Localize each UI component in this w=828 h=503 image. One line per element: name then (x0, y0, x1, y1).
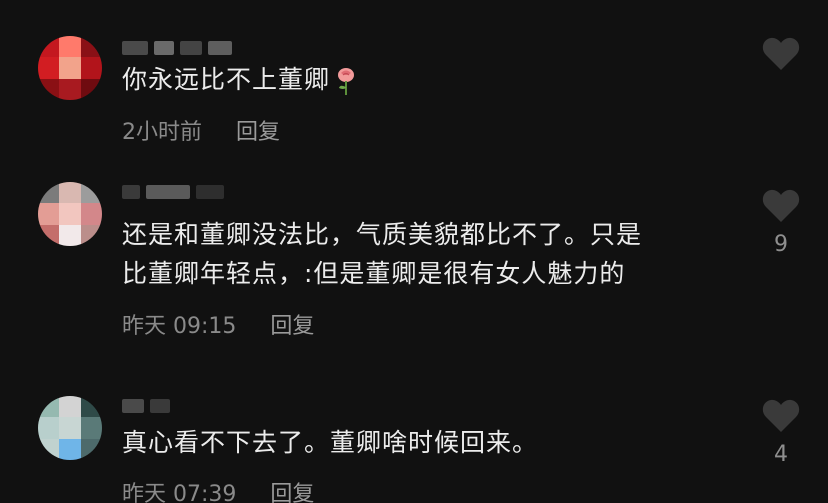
avatar-mosaic-tile (38, 203, 60, 225)
heart-icon (762, 189, 800, 222)
comment-text: 还是和董卿没法比，气质美貌都比不了。只是 (122, 220, 643, 249)
avatar-mosaic-tile (80, 78, 102, 100)
avatar[interactable] (38, 36, 102, 100)
avatar[interactable] (38, 182, 102, 246)
avatar-mosaic-tile (59, 417, 81, 439)
username-redacted[interactable] (122, 182, 224, 202)
redaction-block (146, 185, 190, 199)
redaction-block (122, 399, 144, 413)
redaction-block (122, 41, 148, 55)
avatar-mosaic-tile (80, 417, 102, 439)
avatar-mosaic-tile (80, 224, 102, 246)
comment-meta: 2小时前 回复 (122, 114, 280, 146)
avatar-mosaic-tile (38, 438, 60, 460)
avatar-mosaic-tile (38, 36, 60, 58)
comment-time: 2小时前 (122, 120, 202, 145)
reply-button[interactable]: 回复 (236, 114, 280, 146)
avatar-mosaic-tile (80, 396, 102, 418)
avatar-mosaic-tile (38, 417, 60, 439)
reply-button[interactable]: 回复 (270, 476, 314, 503)
avatar-mosaic-tile (59, 396, 81, 418)
avatar-mosaic-tile (80, 182, 102, 204)
redaction-block (154, 41, 174, 55)
reply-button[interactable]: 回复 (270, 308, 314, 340)
like-button[interactable]: 4 (758, 398, 804, 467)
avatar-mosaic-tile (59, 438, 81, 460)
avatar-mosaic-tile (38, 224, 60, 246)
rose-emoji-icon (336, 66, 356, 96)
avatar-mosaic-tile (38, 78, 60, 100)
redaction-block (196, 185, 224, 199)
avatar-mosaic-tile (59, 203, 81, 225)
heart-icon (762, 399, 800, 432)
avatar-mosaic-tile (80, 36, 102, 58)
avatar-mosaic-tile (59, 57, 81, 79)
username-redacted[interactable] (122, 38, 232, 58)
redaction-block (122, 185, 140, 199)
like-button[interactable] (758, 36, 804, 72)
comment-meta: 昨天 07:39 回复 (122, 476, 314, 503)
comment-text: 真心看不下去了。董卿啥时候回来。 (122, 428, 539, 457)
avatar-mosaic-tile (59, 224, 81, 246)
avatar-mosaic-tile (80, 57, 102, 79)
avatar[interactable] (38, 396, 102, 460)
heart-icon (762, 37, 800, 70)
comment-time: 昨天 07:39 (122, 482, 237, 503)
username-redacted[interactable] (122, 396, 170, 416)
comment-meta: 昨天 09:15 回复 (122, 308, 314, 340)
comment-list: 你永远比不上董卿 2小时前 回复 还是和董卿没法比，气质美貌都比不了。只是 比董… (0, 0, 828, 503)
redaction-block (180, 41, 202, 55)
avatar-mosaic-tile (59, 182, 81, 204)
like-count: 9 (774, 232, 788, 257)
avatar-mosaic-tile (38, 396, 60, 418)
avatar-mosaic-tile (38, 182, 60, 204)
comment-text: 你永远比不上董卿 (122, 60, 356, 99)
redaction-block (208, 41, 232, 55)
avatar-mosaic-tile (80, 438, 102, 460)
avatar-mosaic-tile (80, 203, 102, 225)
avatar-mosaic-tile (38, 57, 60, 79)
comment-time: 昨天 09:15 (122, 314, 237, 339)
like-button[interactable]: 9 (758, 188, 804, 257)
comment-text: 比董卿年轻点，:但是董卿是很有女人魅力的 (122, 259, 626, 288)
like-count: 4 (774, 442, 788, 467)
avatar-mosaic-tile (59, 78, 81, 100)
avatar-mosaic-tile (59, 36, 81, 58)
redaction-block (150, 399, 170, 413)
